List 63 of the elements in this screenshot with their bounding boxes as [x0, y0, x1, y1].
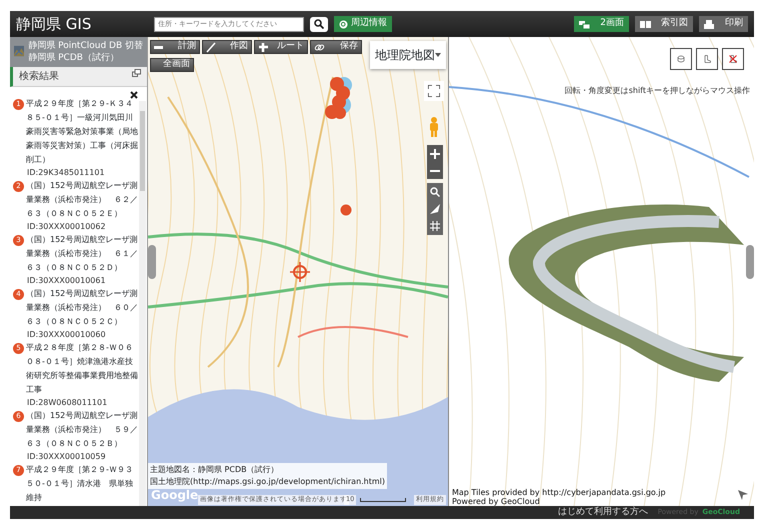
chain-link-icon [314, 42, 325, 52]
navigation-arrow-icon [738, 490, 748, 500]
pencil-icon [206, 42, 217, 52]
map-tool-button[interactable]: 作図 [202, 40, 252, 54]
walk-off-button[interactable] [722, 48, 744, 70]
map-tool-button[interactable]: ルート [254, 40, 308, 54]
popout-icon[interactable] [132, 69, 141, 77]
scale-bar [360, 498, 406, 502]
marker-cluster-icon [322, 75, 352, 120]
result-id: ID:28W0608011101 [26, 397, 108, 409]
layer-subtitle: 静岡県 PCDB（試行） [28, 52, 120, 64]
measure-tape-button[interactable] [670, 48, 692, 70]
result-id: ID:30XXX00010059 [26, 451, 107, 463]
map-tool-button[interactable]: 保存 [310, 40, 362, 54]
first-time-users-link[interactable]: はじめて利用する方へ [558, 506, 648, 520]
map-tool-button[interactable]: 計測 [150, 40, 200, 54]
grid-icon[interactable] [430, 221, 440, 232]
pegman-icon [429, 117, 439, 137]
arrow-cursor-icon[interactable] [430, 204, 440, 214]
collapse-handle[interactable] [746, 245, 754, 279]
attribution-text: Powered by GeoCloud [452, 497, 541, 506]
zoom-control[interactable] [427, 145, 443, 179]
layer-title: 静岡県 PointCloud DB [28, 41, 124, 51]
grid-icon [640, 20, 651, 28]
result-id: ID:30XXX00010062 [26, 221, 107, 233]
dual-screen-icon [579, 20, 590, 28]
result-id: ID:30XXX00010060 [26, 329, 107, 341]
result-id: ID:29K3485011101 [26, 167, 106, 179]
attribution-text: Map Tiles provided by http://cyberjapandata.gsi.go.jp [452, 488, 666, 497]
map-legend-text: 主題地図名：静岡県 PCDB（試行） [150, 464, 280, 476]
fullscreen-icon [428, 85, 440, 97]
google-logo: Google [151, 487, 198, 504]
magnifier-icon[interactable] [430, 186, 440, 197]
result-link[interactable]: （国）152号周辺航空レーザ測量業務（浜松市発注） ６２／６３（０８ＮＣ０５２Ｅ） [26, 179, 138, 221]
map-marker-icon [340, 204, 352, 216]
viewer-hint: 回転・角度変更はshiftキーを押しながらマウス操作 [564, 85, 750, 97]
search-button[interactable] [310, 16, 328, 32]
result-link[interactable]: （国）152号周辺航空レーザ測量業務（浜松市発注） ６１／６３（０８ＮＣ０５２Ｄ） [26, 233, 138, 275]
result-id: ID:30XXX00010061 [26, 275, 107, 287]
results-title: 検索結果 [19, 70, 59, 84]
collapse-handle[interactable] [148, 245, 156, 279]
result-link[interactable]: （国）152号周辺航空レーザ測量業務（浜松市発注） ５９／６３（０８ＮＣ０５２Ｂ） [26, 409, 138, 451]
fullscreen-button[interactable]: 全画面 [150, 58, 194, 72]
result-link[interactable]: 平成２８年度［第２８-Ｗ０６０８-０１号］焼津漁港水産技術研究所等整備事業費用地整備工事 [26, 341, 138, 397]
header-button[interactable]: 印刷 [699, 16, 748, 32]
printer-icon [704, 20, 715, 28]
map-tool-palette[interactable] [427, 183, 443, 235]
zoom-in-icon[interactable] [430, 148, 440, 158]
cross-icon [258, 42, 269, 52]
basemap-dropdown[interactable]: 地理院地図 [370, 41, 446, 69]
map-legend-text: 国土地理院(http://maps.gsi.go.jp/development/ichiran.html) [150, 476, 386, 488]
close-icon[interactable] [130, 90, 138, 99]
fullscreen-button[interactable] [424, 81, 444, 101]
header-button[interactable]: 2画面 [574, 16, 629, 32]
nearby-info-button[interactable]: 周辺情報 [334, 16, 392, 32]
result-link[interactable]: 平成２９年度［第２９-Ｋ３４８５-０１号］一級河川気田川豪雨災害等緊急対策事業（局地豪雨等災害対策）工事（河床掘削工） [26, 97, 138, 167]
header-button[interactable]: 索引図 [635, 16, 693, 32]
target-marker-icon [290, 262, 310, 282]
app-title: 静岡県 GIS [16, 14, 92, 35]
result-link[interactable]: （国）152号周辺航空レーザ測量業務（浜松市発注） ６０／６３（０８ＮＣ０５２Ｃ） [26, 287, 138, 329]
result-link[interactable]: 平成２９年度［第２９-Ｗ９３５０-０１号］清水港 県単独維持 [26, 463, 138, 505]
caret-icon [435, 53, 441, 57]
walk-mode-button[interactable] [696, 48, 718, 70]
